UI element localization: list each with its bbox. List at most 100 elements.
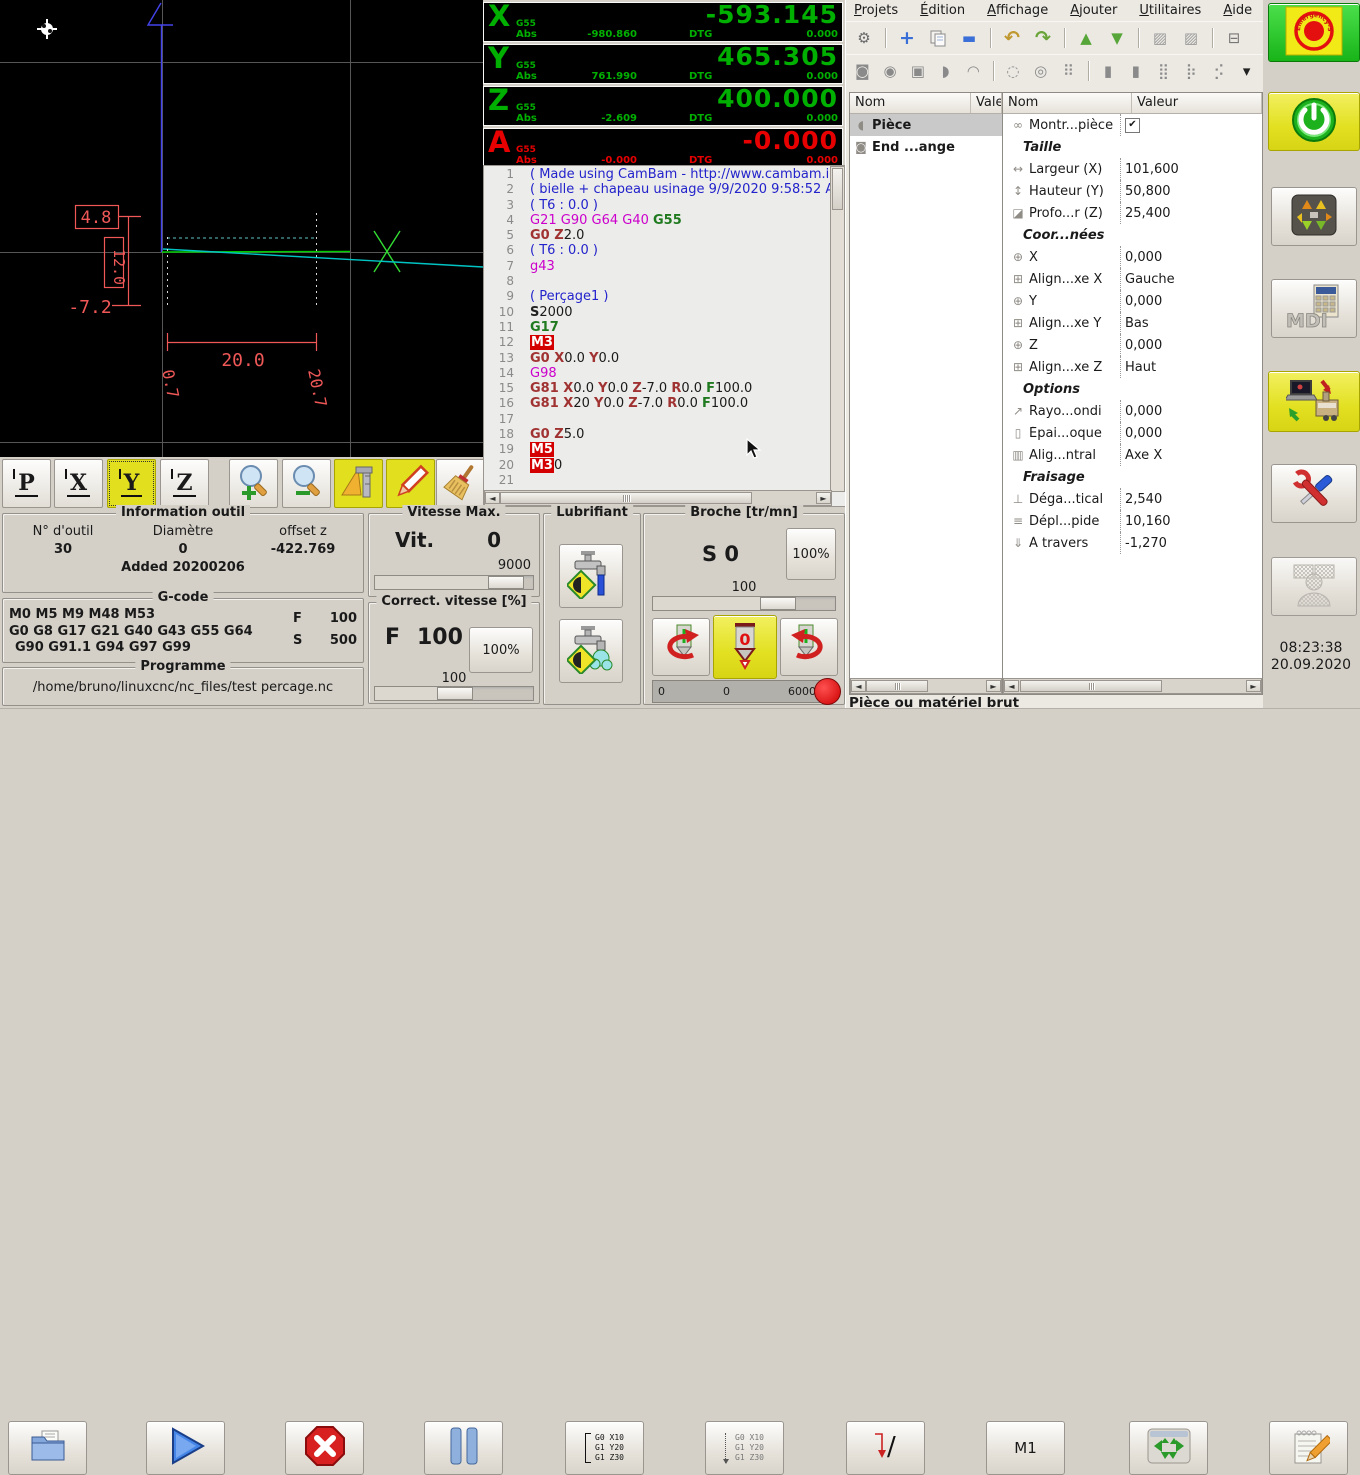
property-row[interactable]: ↔Largeur (X)101,600 (1003, 158, 1262, 180)
gcode-line[interactable]: 4G21 G90 G64 G40 G55 (484, 213, 832, 228)
zoom-in[interactable] (229, 459, 278, 508)
feed-override-reset-button[interactable]: 100% (469, 627, 533, 673)
draw-slot-icon[interactable]: ◗ (935, 59, 956, 83)
zoom-out[interactable] (282, 459, 331, 508)
max-velocity-slider[interactable] (374, 575, 534, 590)
property-value[interactable]: Bas (1120, 312, 1262, 334)
property-value[interactable]: 50,800 (1120, 180, 1262, 202)
property-row[interactable]: ∞Montr...pièce✔ (1003, 114, 1262, 136)
run-program-button[interactable] (146, 1421, 225, 1475)
more-tools-icon[interactable]: ▾ (1236, 59, 1257, 83)
drill-grid-icon[interactable]: ⣿ (1153, 59, 1174, 83)
menu-utilitaires[interactable]: Utilitaires (1139, 3, 1201, 18)
machine-on-button[interactable] (1268, 92, 1360, 151)
toggle-view-b-icon[interactable]: ▨ (1179, 26, 1203, 50)
endmill-tool-icon[interactable]: ◙ (852, 59, 873, 83)
points-grid-icon[interactable]: ⠿ (1058, 59, 1079, 83)
redo-icon[interactable]: ↷ (1031, 26, 1055, 50)
undo-icon[interactable]: ↶ (1000, 26, 1024, 50)
feed-override-slider[interactable] (374, 686, 534, 701)
property-row[interactable]: Fraisage (1003, 466, 1262, 488)
object-tree-item-piece[interactable]: ◖Pièce (850, 114, 1002, 136)
view-z[interactable]: Z (160, 459, 209, 508)
gcode-line[interactable]: 7g43 (484, 259, 832, 274)
property-row[interactable]: ◪Profo...r (Z)25,400 (1003, 202, 1262, 224)
gcode-line[interactable]: 20M30 (484, 458, 832, 473)
machining-options-icon[interactable]: ⚙ (852, 26, 876, 50)
fullscreen-toggle-button[interactable] (1129, 1421, 1208, 1475)
menu-projets[interactable]: Projets (854, 3, 898, 18)
backplot-view[interactable]: 4.8 12.0 -7.2 20.0 0.7 20.7 (0, 0, 483, 457)
show-stock-checkbox[interactable]: ✔ (1125, 118, 1140, 133)
gcode-line[interactable]: 5G0 Z2.0 (484, 228, 832, 243)
gcode-line[interactable]: 15G81 X0.0 Y0.0 Z-7.0 R0.0 F100.0 (484, 381, 832, 396)
menu-aide[interactable]: Aide (1223, 3, 1252, 18)
property-value[interactable]: 0,000 (1120, 290, 1262, 312)
property-row[interactable]: ▯Épai...oque0,000 (1003, 422, 1262, 444)
gcode-line[interactable]: 21 (484, 473, 832, 488)
gcode-line[interactable]: 9( Perçage1 ) (484, 289, 832, 304)
pause-program-button[interactable] (424, 1421, 503, 1475)
object-tree[interactable]: NomVale ◖Pièce◙End ...ange ◄► (849, 92, 1003, 695)
vmax-slider-thumb[interactable] (488, 576, 524, 589)
gcode-line[interactable]: 16G81 X20 Y0.0 Z-7.0 R0.0 F100.0 (484, 396, 832, 411)
flood-coolant-button[interactable] (559, 544, 623, 608)
run-from-line-button[interactable]: G0 X10 G1 Y20 G1 Z30 (565, 1421, 644, 1475)
dro-axis-z[interactable]: ZG55400.000Abs-2.609DTG0.000 (483, 86, 843, 126)
object-tree-hscrollbar[interactable]: ◄► (850, 678, 1002, 694)
menu-affichage[interactable]: Affichage (987, 3, 1048, 18)
properties-tree-hscrollbar[interactable]: ◄► (1003, 678, 1262, 694)
gcode-vscrollbar[interactable] (830, 166, 845, 492)
mist-coolant-button[interactable] (559, 619, 623, 683)
view-x[interactable]: X (54, 459, 103, 508)
stop-program-button[interactable] (285, 1421, 364, 1475)
gcode-line[interactable]: 3( T6 : 0.0 ) (484, 198, 832, 213)
property-row[interactable]: Taille (1003, 136, 1262, 158)
gcode-line[interactable]: 18G0 Z5.0 (484, 427, 832, 442)
menu-edition[interactable]: Édition (920, 3, 965, 18)
gcode-line[interactable]: 12M3 (484, 335, 832, 350)
gcode-line[interactable]: 2( bielle + chapeau usinage 9/9/2020 9:5… (484, 182, 832, 197)
move-down-icon[interactable]: ▼ (1105, 26, 1129, 50)
move-up-icon[interactable]: ▲ (1074, 26, 1098, 50)
draw-arc-icon[interactable]: ◠ (963, 59, 984, 83)
drill-line-point-icon[interactable]: ▮ (1125, 59, 1146, 83)
drill-scatter-icon[interactable]: ⡪ (1209, 59, 1230, 83)
skip-block-button[interactable]: / (846, 1421, 925, 1475)
property-value[interactable]: 25,400 (1120, 202, 1262, 224)
select-points-icon[interactable]: ◌ (1003, 59, 1024, 83)
property-row[interactable]: ⊞Align...xe XGauche (1003, 268, 1262, 290)
property-value[interactable]: 0,000 (1120, 422, 1262, 444)
property-row[interactable]: ↗Rayo...ondi0,000 (1003, 400, 1262, 422)
property-value[interactable]: -1,270 (1120, 532, 1262, 554)
properties-tree[interactable]: NomValeur ∞Montr...pièce✔Taille↔Largeur … (1002, 92, 1263, 695)
gcode-line[interactable]: 14G98 (484, 366, 832, 381)
add-item-icon[interactable]: + (895, 26, 919, 50)
settings-button[interactable] (1271, 464, 1357, 523)
property-row[interactable]: ⇓À travers-1,270 (1003, 532, 1262, 554)
property-row[interactable]: Coor...nées (1003, 224, 1262, 246)
property-value[interactable]: 0,000 (1120, 334, 1262, 356)
property-value[interactable]: 0,000 (1120, 400, 1262, 422)
remove-item-icon[interactable]: ▬ (957, 26, 981, 50)
property-value[interactable]: 10,160 (1120, 510, 1262, 532)
view-y[interactable]: Y (107, 459, 156, 508)
gcode-line[interactable]: 1( Made using CamBam - http://www.cambam… (484, 167, 832, 182)
view-perspective[interactable]: P (2, 459, 51, 508)
gcode-hscrollbar[interactable]: ◄ ► (484, 490, 832, 506)
dro-axis-y[interactable]: YG55465.305Abs761.990DTG0.000 (483, 44, 843, 84)
draw-rect-icon[interactable]: ▣ (907, 59, 928, 83)
drill-cluster-icon[interactable]: ⡷ (1181, 59, 1202, 83)
measure-tool[interactable] (334, 459, 383, 508)
single-step-button[interactable]: G0 X10 G1 Y20 G1 Z30 (705, 1421, 784, 1475)
collapse-all-icon[interactable]: ⊟ (1222, 26, 1246, 50)
property-value[interactable]: 0,000 (1120, 246, 1262, 268)
override-slider-thumb[interactable] (437, 687, 473, 700)
spindle-cw-button[interactable] (780, 618, 838, 676)
spindle-ccw-button[interactable] (652, 618, 710, 676)
draw-circle-icon[interactable]: ◉ (880, 59, 901, 83)
points-cluster-icon[interactable]: ◎ (1030, 59, 1051, 83)
jog-mode-button[interactable] (1271, 187, 1357, 246)
open-file-button[interactable] (8, 1421, 87, 1475)
draw-tool[interactable] (386, 459, 435, 508)
